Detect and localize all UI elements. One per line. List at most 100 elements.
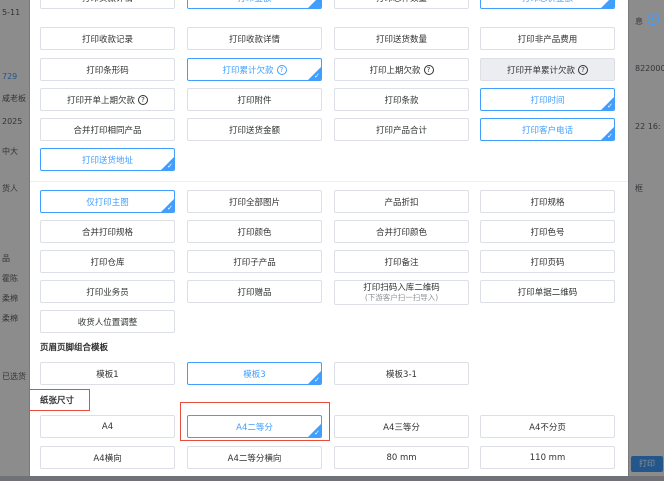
option-button[interactable]: A4二等分 ✓ xyxy=(187,415,322,438)
option-button[interactable]: A4 xyxy=(40,415,175,438)
option-button[interactable]: A4三等分 xyxy=(334,415,469,438)
option-label: 打印规格 xyxy=(530,197,565,208)
option-label: 打印产品合计 xyxy=(375,125,427,136)
option-label: 合并打印颜色 xyxy=(375,227,427,238)
section-divider xyxy=(30,181,628,182)
option-button[interactable]: 产品折扣 xyxy=(334,190,469,213)
option-button[interactable]: 打印附件 xyxy=(187,88,322,111)
option-label: 打印收款记录 xyxy=(81,34,133,45)
option-label: 打印送货数量 xyxy=(375,34,427,45)
option-label: 打印送货金额 xyxy=(228,125,280,136)
option-button[interactable]: 打印收款记录 xyxy=(40,27,175,50)
add-circle-icon[interactable]: + xyxy=(647,13,659,25)
help-circle-icon[interactable]: ? xyxy=(138,94,148,105)
check-icon: ✓ xyxy=(607,132,613,140)
option-button[interactable]: 打印规格 xyxy=(480,190,615,213)
option-button[interactable]: 打印非产品费用 xyxy=(480,27,615,50)
option-button[interactable]: 打印总价金额 xyxy=(480,0,615,9)
option-button[interactable]: 合并打印颜色 xyxy=(334,220,469,243)
option-button[interactable]: 打印扫码入库二维码 (下游客户扫一扫导入) xyxy=(334,280,469,305)
option-label: A4不分页 xyxy=(529,422,566,433)
option-button[interactable]: 模板1 xyxy=(40,362,175,385)
option-label: 打印扫码入库二维码 xyxy=(363,282,440,293)
option-button[interactable]: 模板3-1 xyxy=(334,362,469,385)
option-button[interactable]: 打印客户电话 ✓ xyxy=(480,118,615,141)
option-label: 打印全部图片 xyxy=(228,197,280,208)
option-button[interactable]: 打印业务员 xyxy=(40,280,175,303)
help-circle-icon[interactable]: ? xyxy=(578,64,588,75)
option-button[interactable]: 合并打印规格 xyxy=(40,220,175,243)
option-button[interactable]: 打印金额 xyxy=(187,0,322,9)
option-label: 打印色号 xyxy=(530,227,565,238)
option-button[interactable]: A4二等分横向 xyxy=(187,446,322,469)
option-label: 打印开单上期欠款 xyxy=(66,95,135,106)
option-sublabel: (下游客户扫一扫导入) xyxy=(364,292,439,302)
option-button[interactable]: 仅打印主图 ✓ xyxy=(40,190,175,213)
option-button[interactable]: 打印送货地址 ✓ xyxy=(40,148,175,171)
option-button[interactable]: 打印上期欠款? xyxy=(334,58,469,81)
option-label: 打印页码 xyxy=(530,257,565,268)
option-label: 打印金额 xyxy=(237,0,271,4)
option-label: 打印收款详情 xyxy=(228,34,280,45)
option-label: 打印颜色 xyxy=(237,227,272,238)
help-circle-icon[interactable]: ? xyxy=(276,64,287,75)
option-button[interactable]: 打印页码 xyxy=(480,250,615,273)
check-icon: ✓ xyxy=(607,102,613,110)
option-button[interactable]: 打印送货金额 xyxy=(187,118,322,141)
option-label: 80 mm xyxy=(386,452,417,463)
option-button[interactable]: 打印收款详情 xyxy=(187,27,322,50)
option-label: 打印附件 xyxy=(237,95,272,106)
option-button[interactable]: 80 mm xyxy=(334,446,469,469)
option-label: A4二等分 xyxy=(236,422,273,433)
option-label: 打印总价金额 xyxy=(522,0,573,4)
print-settings-panel: 打印货款详情 打印金额 打印总件数量 打印总价金额 打印收款记录 打印收款详情 打印送货数… xyxy=(30,0,628,481)
option-button[interactable]: 模板3 ✓ xyxy=(187,362,322,385)
option-button[interactable]: 打印单据二维码 xyxy=(480,280,615,303)
option-button[interactable]: A4不分页 xyxy=(480,415,615,438)
option-button[interactable]: 打印开单累计欠款? xyxy=(480,58,615,81)
option-label: 打印备注 xyxy=(384,257,419,268)
option-label: 仅打印主图 xyxy=(86,197,129,208)
option-button[interactable]: 打印总件数量 xyxy=(334,0,469,9)
help-circle-icon[interactable]: ? xyxy=(423,64,434,75)
check-icon: ✓ xyxy=(314,72,320,80)
bottom-scrollbar[interactable] xyxy=(0,476,664,481)
option-button[interactable]: 打印全部图片 xyxy=(187,190,322,213)
option-button[interactable]: 收货人位置调整 xyxy=(40,310,175,333)
option-button[interactable]: 打印时间 ✓ xyxy=(480,88,615,111)
option-label: 模板1 xyxy=(96,369,119,380)
option-button[interactable]: 打印条款 xyxy=(334,88,469,111)
option-button[interactable]: 打印送货数量 xyxy=(334,27,469,50)
option-label: 模板3-1 xyxy=(386,369,417,380)
option-label: 打印单据二维码 xyxy=(517,287,578,298)
check-icon: ✓ xyxy=(314,429,320,437)
option-button[interactable]: 打印条形码 xyxy=(40,58,175,81)
option-label: 打印条形码 xyxy=(86,65,129,76)
option-label: 打印客户电话 xyxy=(521,125,573,136)
option-label: A4三等分 xyxy=(383,422,420,433)
option-label: A4横向 xyxy=(93,453,122,464)
option-button[interactable]: 打印颜色 xyxy=(187,220,322,243)
option-label: 打印总件数量 xyxy=(376,0,427,4)
check-icon: ✓ xyxy=(167,204,173,212)
option-label: A4二等分横向 xyxy=(227,453,282,464)
option-label: 打印累计欠款 xyxy=(222,65,274,76)
option-button[interactable]: 110 mm xyxy=(480,446,615,469)
option-label: 收货人位置调整 xyxy=(77,317,138,328)
option-button[interactable]: 打印子产品 xyxy=(187,250,322,273)
option-label: 110 mm xyxy=(529,452,566,463)
option-button[interactable]: 打印开单上期欠款? xyxy=(40,88,175,111)
option-label: 打印货款详情 xyxy=(82,0,133,4)
option-button[interactable]: 打印货款详情 xyxy=(40,0,175,9)
option-button[interactable]: 打印仓库 xyxy=(40,250,175,273)
option-label: 打印赠品 xyxy=(237,287,272,298)
option-button[interactable]: A4横向 xyxy=(40,446,175,469)
option-button[interactable]: 打印赠品 xyxy=(187,280,322,303)
option-button[interactable]: 打印备注 xyxy=(334,250,469,273)
option-label: 打印仓库 xyxy=(90,257,125,268)
option-button[interactable]: 打印色号 xyxy=(480,220,615,243)
option-button[interactable]: 合并打印相同产品 xyxy=(40,118,175,141)
option-button[interactable]: 打印累计欠款? ✓ xyxy=(187,58,322,81)
option-button[interactable]: 打印产品合计 xyxy=(334,118,469,141)
check-icon: ✓ xyxy=(314,376,320,384)
